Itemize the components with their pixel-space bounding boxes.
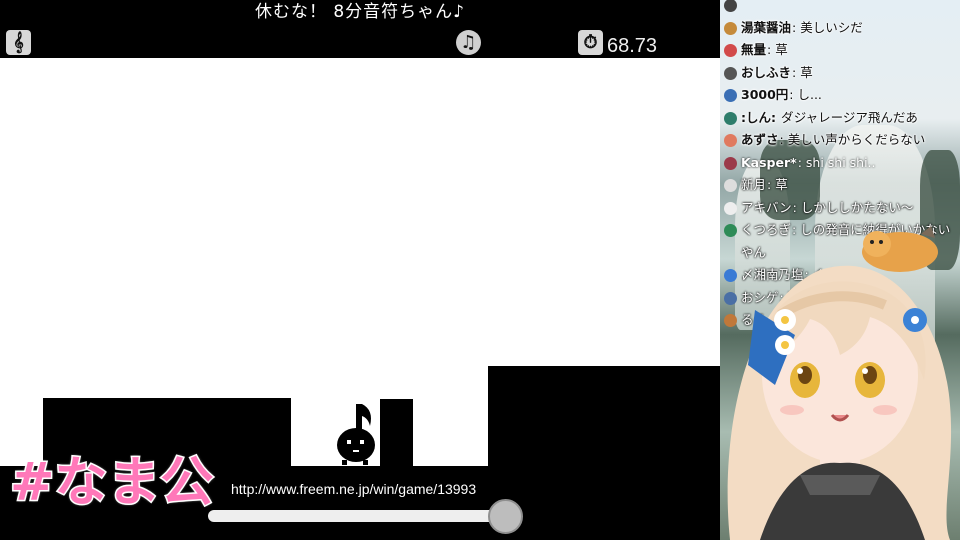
avatar [724,89,737,102]
avatar [724,201,737,215]
chat-message: アキバン: しかししかたない〜 [720,197,960,220]
treble-clef-icon[interactable]: 𝄞 [6,30,31,55]
avatar [724,179,737,192]
music-note-icon[interactable]: ♫ [456,30,481,55]
game-hud: 休むな！ 8分音符ちゃん♪ 𝄞 ♫ ⏱ 68.73 [0,0,720,58]
avatar [724,134,737,147]
avatar [724,44,737,57]
chat-message: 3000円: し... [720,84,960,107]
vtuber-avatar [727,265,952,540]
pillar [380,399,413,467]
game-url[interactable]: http://www.freem.ne.jp/win/game/13993 [231,480,476,498]
game-title: 休むな！ 8分音符ちゃん♪ [254,2,466,22]
avatar [724,21,737,35]
chat-message: 新月: 草 [720,174,960,197]
avatar [724,224,737,237]
eighth-note-character [337,404,375,465]
chat-message: 湯葉醤油: 美しいシだ [720,17,960,40]
chat-message: おしふき: 草 [720,62,960,85]
avatar [724,111,737,125]
stream-hashtag: #なま公 [8,451,214,515]
chat-message [720,0,960,17]
chat-message: Kasper*: shi shi shi.. [720,152,960,175]
stopwatch-icon[interactable]: ⏱ [578,30,603,55]
chat-message: :しん: ダジャレージア飛んだあ [720,107,960,130]
voice-slider-track[interactable] [208,510,508,522]
chat-message: 無量: 草 [720,39,960,62]
avatar [724,0,737,12]
platform-right [488,366,720,468]
voice-slider-knob[interactable] [488,499,523,534]
timer-value: 68.73 [607,35,658,57]
avatar [724,156,737,170]
avatar [724,66,737,80]
chat-message: あずさ: 美しい声からくだらない [720,129,960,152]
